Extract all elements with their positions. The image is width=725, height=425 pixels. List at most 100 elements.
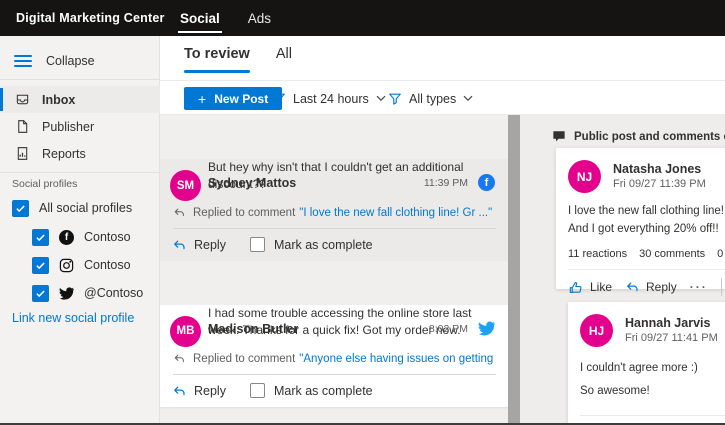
profile-label: Contoso — [84, 258, 131, 272]
filter-type-label: All types — [409, 92, 456, 106]
chevron-down-icon — [463, 95, 473, 102]
divider — [0, 79, 160, 80]
reply-arrow-icon — [173, 207, 185, 218]
sidebar-item-label: Inbox — [42, 93, 75, 107]
top-nav: Social Ads — [180, 0, 271, 36]
replied-comment-link[interactable]: "I love the new fall clothing line! Gr .… — [299, 207, 492, 219]
link-new-social-profile[interactable]: Link new social profile — [12, 311, 134, 325]
avatar: MB — [170, 316, 201, 347]
replied-to-comment-row: Replied to comment "Anyone else having i… — [173, 353, 496, 375]
sidebar-item-publisher[interactable]: Publisher — [0, 113, 160, 140]
like-button[interactable]: Like — [568, 279, 612, 294]
checkbox-checked-icon — [32, 285, 49, 302]
avatar: NJ — [568, 160, 601, 193]
sidebar-item-reports[interactable]: Reports — [0, 140, 160, 167]
app-window: Digital Marketing Center Social Ads Coll… — [0, 0, 725, 425]
reply-button[interactable]: Reply — [172, 384, 226, 398]
checkbox-checked-icon — [32, 257, 49, 274]
replied-prefix: Replied to comment — [193, 353, 295, 365]
comment-card-natasha-jones[interactable]: NJ Natasha Jones Fri 09/27 11:39 PM I lo… — [556, 148, 725, 289]
post-time: 11:39 PM — [424, 177, 468, 189]
shares-count: 0 shares — [717, 248, 725, 260]
inbox-icon — [15, 92, 30, 107]
checkbox-checked-icon — [12, 200, 29, 217]
inbox-post-list: SM Sydney Mattos 11:39 PM f But hey why … — [160, 115, 508, 425]
mark-as-complete-checkbox[interactable]: Mark as complete — [250, 383, 373, 398]
checkbox-unchecked-icon — [250, 383, 265, 398]
comment-body: I couldn't agree more :) So awesome! — [580, 357, 725, 403]
main-header: To review All + New Post Last 24 hours A… — [160, 36, 725, 115]
top-tab-social[interactable]: Social — [180, 0, 220, 36]
reactions-count: 11 reactions — [568, 248, 627, 260]
twitter-icon — [59, 286, 74, 301]
facebook-icon: f — [478, 174, 495, 191]
comment-time: Fri 09/27 11:39 PM — [613, 178, 706, 190]
post-author: Sydney Mattos — [208, 176, 296, 190]
comment-card-hannah-jarvis[interactable]: HJ Hannah Jarvis Fri 09/27 11:41 PM I co… — [568, 302, 725, 425]
sidebar-item-label: Reports — [42, 147, 86, 161]
post-time: 8:02 PM — [429, 323, 468, 335]
filter-time-label: Last 24 hours — [293, 92, 369, 106]
more-options-button[interactable]: ··· — [690, 280, 708, 294]
app-title: Digital Marketing Center — [16, 11, 165, 25]
collapse-button[interactable]: Collapse — [0, 46, 160, 76]
filter-type[interactable]: All types — [388, 87, 473, 110]
tab-to-review[interactable]: To review — [184, 46, 250, 71]
profile-label: @Contoso — [84, 286, 143, 300]
mark-as-complete-checkbox[interactable]: Mark as complete — [250, 237, 373, 252]
sidebar: Collapse Inbox Publisher Reports Social … — [0, 36, 160, 425]
divider — [160, 80, 725, 81]
reply-icon — [625, 281, 639, 293]
hamburger-icon — [14, 52, 32, 70]
post-author: Madison Butler — [208, 322, 298, 336]
publisher-icon — [15, 119, 30, 134]
funnel-icon — [388, 92, 402, 106]
checkbox-unchecked-icon — [250, 237, 265, 252]
list-scrollbar — [508, 115, 520, 425]
instagram-icon — [59, 258, 74, 273]
detail-panel-title: Public post and comments on Facebook — [574, 131, 725, 143]
comment-stats: 11 reactions 30 comments 0 shares View — [568, 248, 725, 260]
filter-time-range[interactable]: Last 24 hours — [272, 87, 386, 110]
collapse-label: Collapse — [46, 54, 95, 68]
sidebar-item-label: Publisher — [42, 120, 94, 134]
twitter-icon — [478, 320, 495, 337]
replied-comment-link[interactable]: "Anyone else having issues on getting on… — [299, 353, 496, 365]
replied-prefix: Replied to comment — [193, 207, 295, 219]
comment-time: Fri 09/27 11:41 PM — [625, 332, 718, 344]
all-social-profiles-label: All social profiles — [39, 201, 132, 215]
comment-body: I love the new fall clothing line! Great… — [568, 203, 725, 239]
plus-icon: + — [198, 91, 206, 107]
scrollbar-thumb[interactable] — [508, 115, 520, 425]
comment-author: Hannah Jarvis — [625, 316, 718, 330]
profile-instagram-contoso[interactable]: Contoso — [32, 253, 131, 277]
post-card-sydney-mattos[interactable]: SM Sydney Mattos 11:39 PM f But hey why … — [160, 159, 508, 261]
checkbox-checked-icon — [32, 229, 49, 246]
sidebar-item-inbox[interactable]: Inbox — [0, 86, 160, 113]
reply-icon — [172, 385, 186, 397]
reply-button[interactable]: Reply — [172, 238, 226, 252]
reply-button[interactable]: Reply — [625, 280, 677, 294]
facebook-icon: f — [59, 230, 74, 245]
social-profiles-heading: Social profiles — [12, 178, 77, 190]
profile-twitter-contoso[interactable]: @Contoso — [32, 281, 143, 305]
comment-author: Natasha Jones — [613, 162, 706, 176]
new-post-button[interactable]: + New Post — [184, 87, 282, 110]
comment-icon — [552, 130, 566, 143]
reply-icon — [172, 239, 186, 251]
detail-panel: Public post and comments on Facebook NJ … — [520, 115, 725, 425]
chevron-down-icon — [376, 95, 386, 102]
replied-to-comment-row: Replied to comment "I love the new fall … — [173, 207, 496, 229]
reply-arrow-icon — [173, 353, 185, 364]
avatar: HJ — [580, 314, 613, 347]
divider — [0, 172, 160, 173]
all-social-profiles-checkbox[interactable]: All social profiles — [12, 196, 132, 220]
top-tab-ads[interactable]: Ads — [248, 0, 271, 36]
divider — [721, 278, 722, 296]
post-card-madison-butler[interactable]: MB Madison Butler 8:02 PM I had some tro… — [160, 305, 508, 407]
profile-facebook-contoso[interactable]: f Contoso — [32, 225, 131, 249]
funnel-icon — [272, 92, 286, 106]
tab-all[interactable]: All — [276, 46, 292, 71]
thumb-up-icon — [568, 279, 583, 294]
avatar: SM — [170, 170, 201, 201]
